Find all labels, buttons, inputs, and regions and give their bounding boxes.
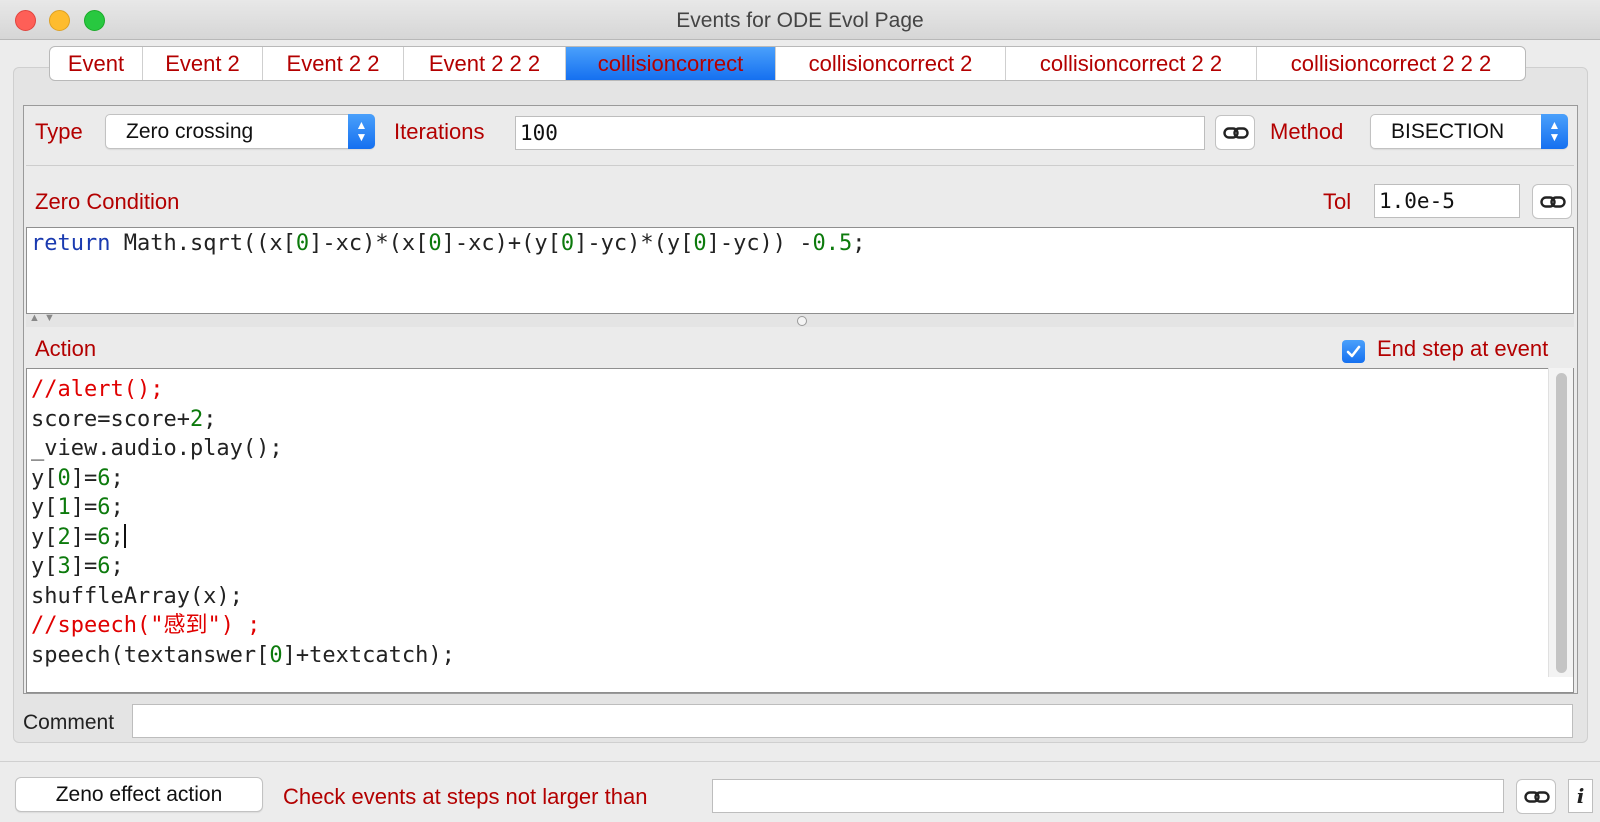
type-select-value: Zero crossing <box>126 120 254 143</box>
end-step-checkbox[interactable] <box>1342 340 1365 363</box>
comment-label: Comment <box>23 711 115 734</box>
check-events-link-button[interactable] <box>1516 779 1556 814</box>
code-line: shuffleArray(x); <box>31 583 243 609</box>
tab-event[interactable]: Event <box>50 47 143 80</box>
code-line: y[3]=6; <box>31 554 124 579</box>
action-label: Action <box>35 336 97 361</box>
link-icon <box>1524 791 1550 803</box>
code-line: //speech("感到") ; <box>31 613 261 638</box>
collapse-down-icon[interactable]: ▼ <box>44 312 55 324</box>
scrollbar-thumb[interactable] <box>1556 373 1567 673</box>
link-icon <box>1540 196 1566 208</box>
zero-condition-code: return Math.sqrt((x[0]-xc)*(x[0]-xc)+(y[… <box>31 231 866 256</box>
collapse-up-icon[interactable]: ▲ <box>29 312 40 324</box>
tab-collisioncorrect-2[interactable]: collisioncorrect 2 <box>776 47 1006 80</box>
tab-event-2-2[interactable]: Event 2 2 <box>263 47 404 80</box>
tab-collisioncorrect-2-2[interactable]: collisioncorrect 2 2 <box>1006 47 1257 80</box>
splitter-handle-icon[interactable] <box>797 316 807 326</box>
link-icon <box>1223 127 1249 139</box>
code-line: _view.audio.play(); <box>31 436 283 461</box>
checkmark-icon <box>1346 345 1361 358</box>
window-title: Events for ODE Evol Page <box>676 9 924 32</box>
event-tabs: Event Event 2 Event 2 2 Event 2 2 2 coll… <box>49 46 1526 81</box>
updown-arrows-icon: ▲ ▼ <box>1541 114 1568 149</box>
text-cursor <box>123 523 126 548</box>
info-icon[interactable]: i <box>1568 779 1593 813</box>
code-line: speech(textanswer[0]+textcatch); <box>31 642 455 668</box>
action-scrollbar[interactable] <box>1548 368 1573 677</box>
method-select[interactable]: BISECTION ▲ ▼ <box>1370 114 1568 149</box>
split-pane-divider[interactable]: ▲ ▼ <box>26 312 1574 327</box>
zeno-effect-action-button[interactable]: Zeno effect action <box>15 777 263 812</box>
check-events-input[interactable] <box>712 779 1504 813</box>
tol-input[interactable]: 1.0e-5 <box>1374 184 1520 218</box>
type-label: Type <box>35 119 83 144</box>
updown-arrows-icon: ▲ ▼ <box>348 114 375 149</box>
zero-condition-editor[interactable]: return Math.sqrt((x[0]-xc)*(x[0]-xc)+(y[… <box>26 227 1574 314</box>
code-line: y[0]=6; <box>31 465 124 491</box>
iterations-input[interactable]: 100 <box>515 116 1205 150</box>
check-events-label: Check events at steps not larger than <box>283 784 648 809</box>
title-bar: Events for ODE Evol Page <box>0 0 1600 40</box>
iterations-link-button[interactable] <box>1215 115 1255 150</box>
tab-collisioncorrect-2-2-2[interactable]: collisioncorrect 2 2 2 <box>1257 47 1525 80</box>
method-select-value: BISECTION <box>1391 120 1505 143</box>
tab-collisioncorrect[interactable]: collisioncorrect <box>566 47 776 80</box>
zero-condition-label: Zero Condition <box>35 189 180 214</box>
end-step-label: End step at event <box>1377 336 1549 361</box>
action-editor[interactable]: //alert(); score=score+2; _view.audio.play… <box>26 368 1574 693</box>
type-select[interactable]: Zero crossing ▲ ▼ <box>105 114 375 149</box>
code-line: //alert(); <box>31 377 164 402</box>
tol-link-button[interactable] <box>1532 184 1572 219</box>
iterations-label: Iterations <box>394 119 485 144</box>
code-line: y[2]=6; <box>31 523 126 550</box>
tol-label: Tol <box>1323 189 1352 214</box>
code-line: y[1]=6; <box>31 495 124 520</box>
divider <box>26 165 1574 166</box>
code-line: score=score+2; <box>31 406 217 432</box>
comment-input[interactable] <box>132 704 1573 738</box>
method-label: Method <box>1270 119 1344 144</box>
tab-event-2[interactable]: Event 2 <box>143 47 263 80</box>
tab-event-2-2-2[interactable]: Event 2 2 2 <box>404 47 566 80</box>
